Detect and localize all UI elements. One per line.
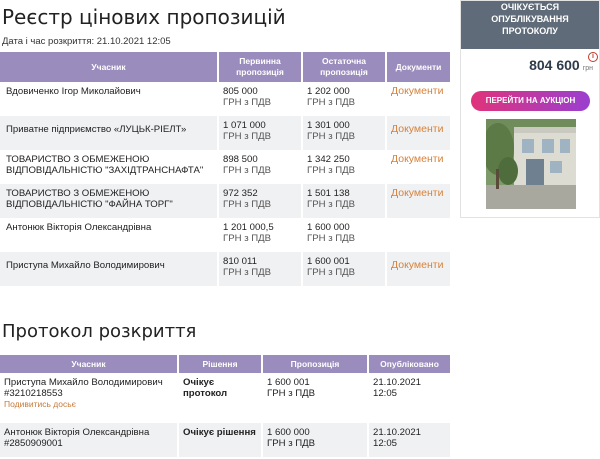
- go-to-auction-button[interactable]: ПЕРЕЙТИ НА АУКЦІОН: [471, 91, 590, 111]
- current-price: 804 600 грн: [461, 57, 593, 75]
- col-decision: Рішення: [178, 355, 263, 373]
- property-photo[interactable]: [486, 119, 576, 209]
- published-cell: 21.10.2021 12:05: [368, 423, 450, 457]
- final-offer: 1 202 000 ГРН з ПДВ: [302, 82, 387, 116]
- col-offer: Пропозиція: [262, 355, 369, 373]
- col-initial-offer: Первинна пропозиція: [218, 52, 303, 82]
- participant-name: Вдовиченко Ігор Миколайович: [0, 82, 219, 116]
- col-published: Опубліковано: [368, 355, 450, 373]
- documents-link[interactable]: Документи: [386, 184, 450, 218]
- participant-id: #2850909001: [4, 438, 63, 449]
- col-participant: Учасник: [0, 355, 179, 373]
- documents-link[interactable]: Документи: [386, 82, 450, 116]
- table-row: ТОВАРИСТВО З ОБМЕЖЕНОЮ ВІДПОВІДАЛЬНІСТЮ …: [0, 150, 450, 184]
- opening-date: Дата і час розкриття: 21.10.2021 12:05: [2, 36, 171, 47]
- participant-name: Приступа Михайло Володимирович: [0, 252, 219, 286]
- decision-status: Очікує рішення: [178, 423, 263, 457]
- initial-offer: 1 201 000,5 ГРН з ПДВ: [218, 218, 303, 252]
- final-offer: 1 600 000 ГРН з ПДВ: [302, 218, 387, 252]
- table-row: Вдовиченко Ігор Миколайович 805 000 ГРН з…: [0, 82, 450, 116]
- participant-name: ТОВАРИСТВО З ОБМЕЖЕНОЮ ВІДПОВІДАЛЬНІСТЮ …: [0, 150, 219, 184]
- documents-link[interactable]: Документи: [386, 252, 450, 286]
- initial-offer: 810 011 ГРН з ПДВ: [218, 252, 303, 286]
- protocol-table: Учасник Рішення Пропозиція Опубліковано …: [0, 355, 450, 457]
- participant-name: Антонюк Вікторія Олександрівна: [0, 218, 219, 252]
- documents-link[interactable]: Документи: [386, 150, 450, 184]
- participant-name: Приступа Михайло Володимирович: [4, 377, 163, 388]
- table-row: Антонюк Вікторія Олександрівна 1 201 000…: [0, 218, 450, 252]
- initial-offer: 805 000 ГРН з ПДВ: [218, 82, 303, 116]
- offer-cell: 1 600 001 ГРН з ПДВ: [262, 373, 369, 423]
- table-row: ТОВАРИСТВО З ОБМЕЖЕНОЮ ВІДПОВІДАЛЬНІСТЮ …: [0, 184, 450, 218]
- participant-name: ТОВАРИСТВО З ОБМЕЖЕНОЮ ВІДПОВІДАЛЬНІСТЮ …: [0, 184, 219, 218]
- price-currency: грн: [582, 65, 593, 72]
- auction-sidebar: ОЧІКУЄТЬСЯ ОПУБЛІКУВАННЯ ПРОТОКОЛУ i 804…: [460, 0, 600, 218]
- published-cell: 21.10.2021 12:05: [368, 373, 450, 423]
- final-offer: 1 301 000 ГРН з ПДВ: [302, 116, 387, 150]
- documents-link[interactable]: Документи: [386, 116, 450, 150]
- participant-id: #3210218553: [4, 388, 63, 399]
- final-offer: 1 342 250 ГРН з ПДВ: [302, 150, 387, 184]
- participant-name: Приватне підприємство «ЛУЦЬК-РІЕЛТ»: [0, 116, 219, 150]
- table-row: Антонюк Вікторія Олександрівна #28509090…: [0, 423, 450, 457]
- final-offer: 1 501 138 ГРН з ПДВ: [302, 184, 387, 218]
- initial-offer: 1 071 000 ГРН з ПДВ: [218, 116, 303, 150]
- offer-cell: 1 600 000 ГРН з ПДВ: [262, 423, 369, 457]
- participant-cell: Антонюк Вікторія Олександрівна #28509090…: [0, 423, 179, 457]
- table-row: Приступа Михайло Володимирович #32102185…: [0, 373, 450, 423]
- documents-cell: [386, 218, 450, 252]
- initial-offer: 972 352 ГРН з ПДВ: [218, 184, 303, 218]
- col-final-offer: Остаточна пропозиція: [302, 52, 387, 82]
- initial-offer: 898 500 ГРН з ПДВ: [218, 150, 303, 184]
- registry-table: Учасник Первинна пропозиція Остаточна пр…: [0, 52, 450, 286]
- decision-status: Очікує протокол: [178, 373, 263, 423]
- price-amount: 804 600: [529, 57, 580, 73]
- table-row: Приступа Михайло Володимирович 810 011 ГР…: [0, 252, 450, 286]
- registry-title: Реєстр цінових пропозицій: [2, 5, 286, 29]
- protocol-title: Протокол розкриття: [2, 321, 197, 342]
- participant-name: Антонюк Вікторія Олександрівна: [4, 427, 150, 438]
- view-dossier-link[interactable]: Подивитись досьє: [4, 399, 173, 410]
- status-banner: ОЧІКУЄТЬСЯ ОПУБЛІКУВАННЯ ПРОТОКОЛУ: [461, 1, 599, 49]
- col-documents: Документи: [386, 52, 450, 82]
- building-photo-icon: [486, 119, 576, 209]
- final-offer: 1 600 001 ГРН з ПДВ: [302, 252, 387, 286]
- participant-cell: Приступа Михайло Володимирович #32102185…: [0, 373, 179, 423]
- col-participant: Учасник: [0, 52, 219, 82]
- table-row: Приватне підприємство «ЛУЦЬК-РІЕЛТ» 1 07…: [0, 116, 450, 150]
